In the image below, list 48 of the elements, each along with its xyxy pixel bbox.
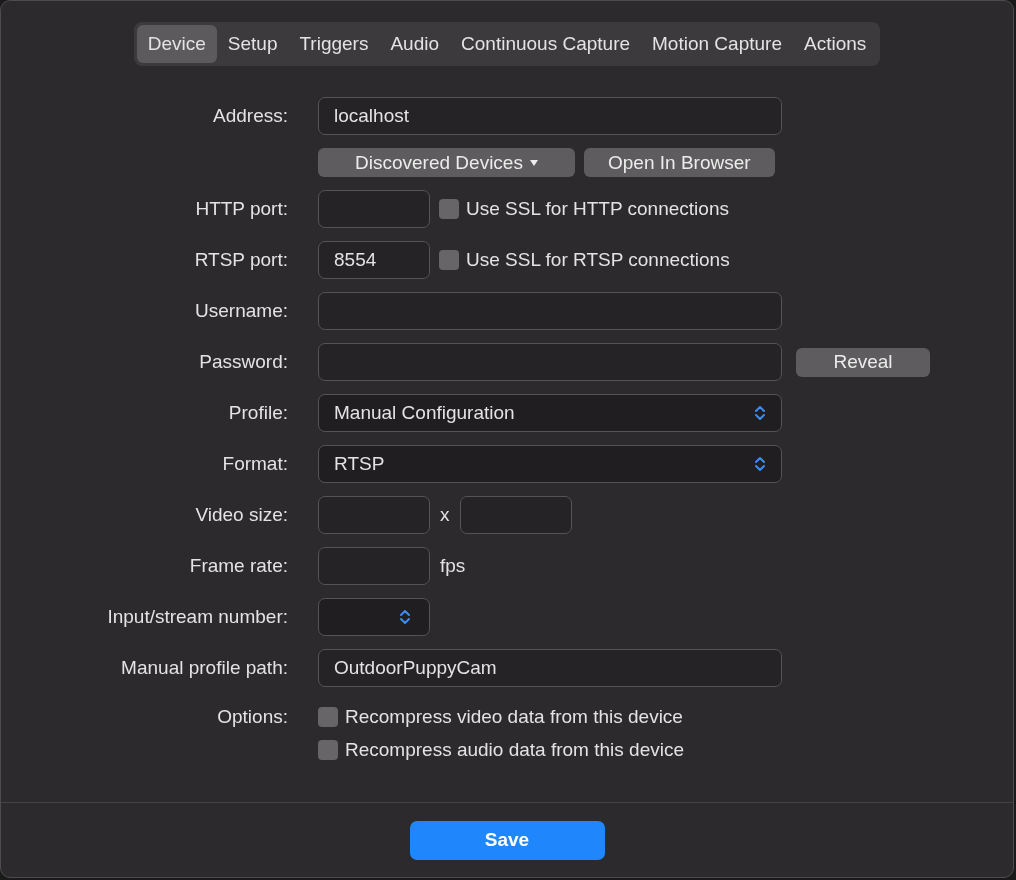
chevron-up-down-icon [754,404,766,422]
size-separator: x [440,504,450,526]
chevron-up-down-icon [399,608,411,626]
tab[interactable]: Continuous Capture [450,25,642,63]
input-field[interactable]: localhost [318,97,782,135]
checkbox[interactable] [439,199,459,219]
field-label: Password: [198,351,288,373]
field-label: RTSP port: [193,249,288,271]
input-field[interactable]: OutdoorPuppyCam [318,649,782,687]
popup-menu[interactable] [318,598,430,636]
unit-label: fps [440,555,466,577]
height-field[interactable] [459,496,572,534]
field-label: Manual profile path: [120,657,288,679]
frame-rate-field[interactable] [318,547,430,585]
chevron-up-down-icon [754,455,766,473]
field-label: Video size: [194,504,288,526]
checkbox-label: Recompress video data from this device [345,706,683,728]
checkbox[interactable] [318,707,338,727]
popup-menu[interactable]: Manual Configuration [318,394,782,432]
checkbox-label: Use SSL for RTSP connections [466,249,730,271]
field-label: Username: [194,300,288,322]
password-field[interactable] [318,343,782,381]
field-label: Frame rate: [188,555,288,577]
reveal-button[interactable]: Reveal [796,347,930,377]
push-button[interactable]: Open In Browser [584,148,775,177]
field-label: HTTP port: [194,198,288,220]
checkbox-label: Recompress audio data from this device [345,739,684,761]
field-label: Address: [212,105,288,127]
checkbox[interactable] [318,740,338,760]
tab[interactable]: Motion Capture [641,25,793,63]
field-label: Options: [216,706,288,728]
input-field[interactable] [318,292,782,330]
field-label: Format: [221,453,288,475]
popup-menu[interactable]: RTSP [318,445,782,483]
menu-button[interactable]: Discovered Devices [318,148,575,177]
tab[interactable]: Audio [379,25,451,63]
tab[interactable]: Triggers [288,25,380,63]
tab[interactable]: Actions [792,25,878,63]
field-label: Input/stream number: [106,606,288,628]
port-field[interactable] [318,190,430,228]
port-field[interactable]: 8554 [318,241,430,279]
save-button[interactable]: Save [409,820,605,860]
field-label: Profile: [227,402,288,424]
width-field[interactable] [318,496,430,534]
checkbox-label: Use SSL for HTTP connections [466,198,729,220]
tab[interactable]: Device [136,25,217,63]
checkbox[interactable] [439,250,459,270]
tab[interactable]: Setup [216,25,289,63]
